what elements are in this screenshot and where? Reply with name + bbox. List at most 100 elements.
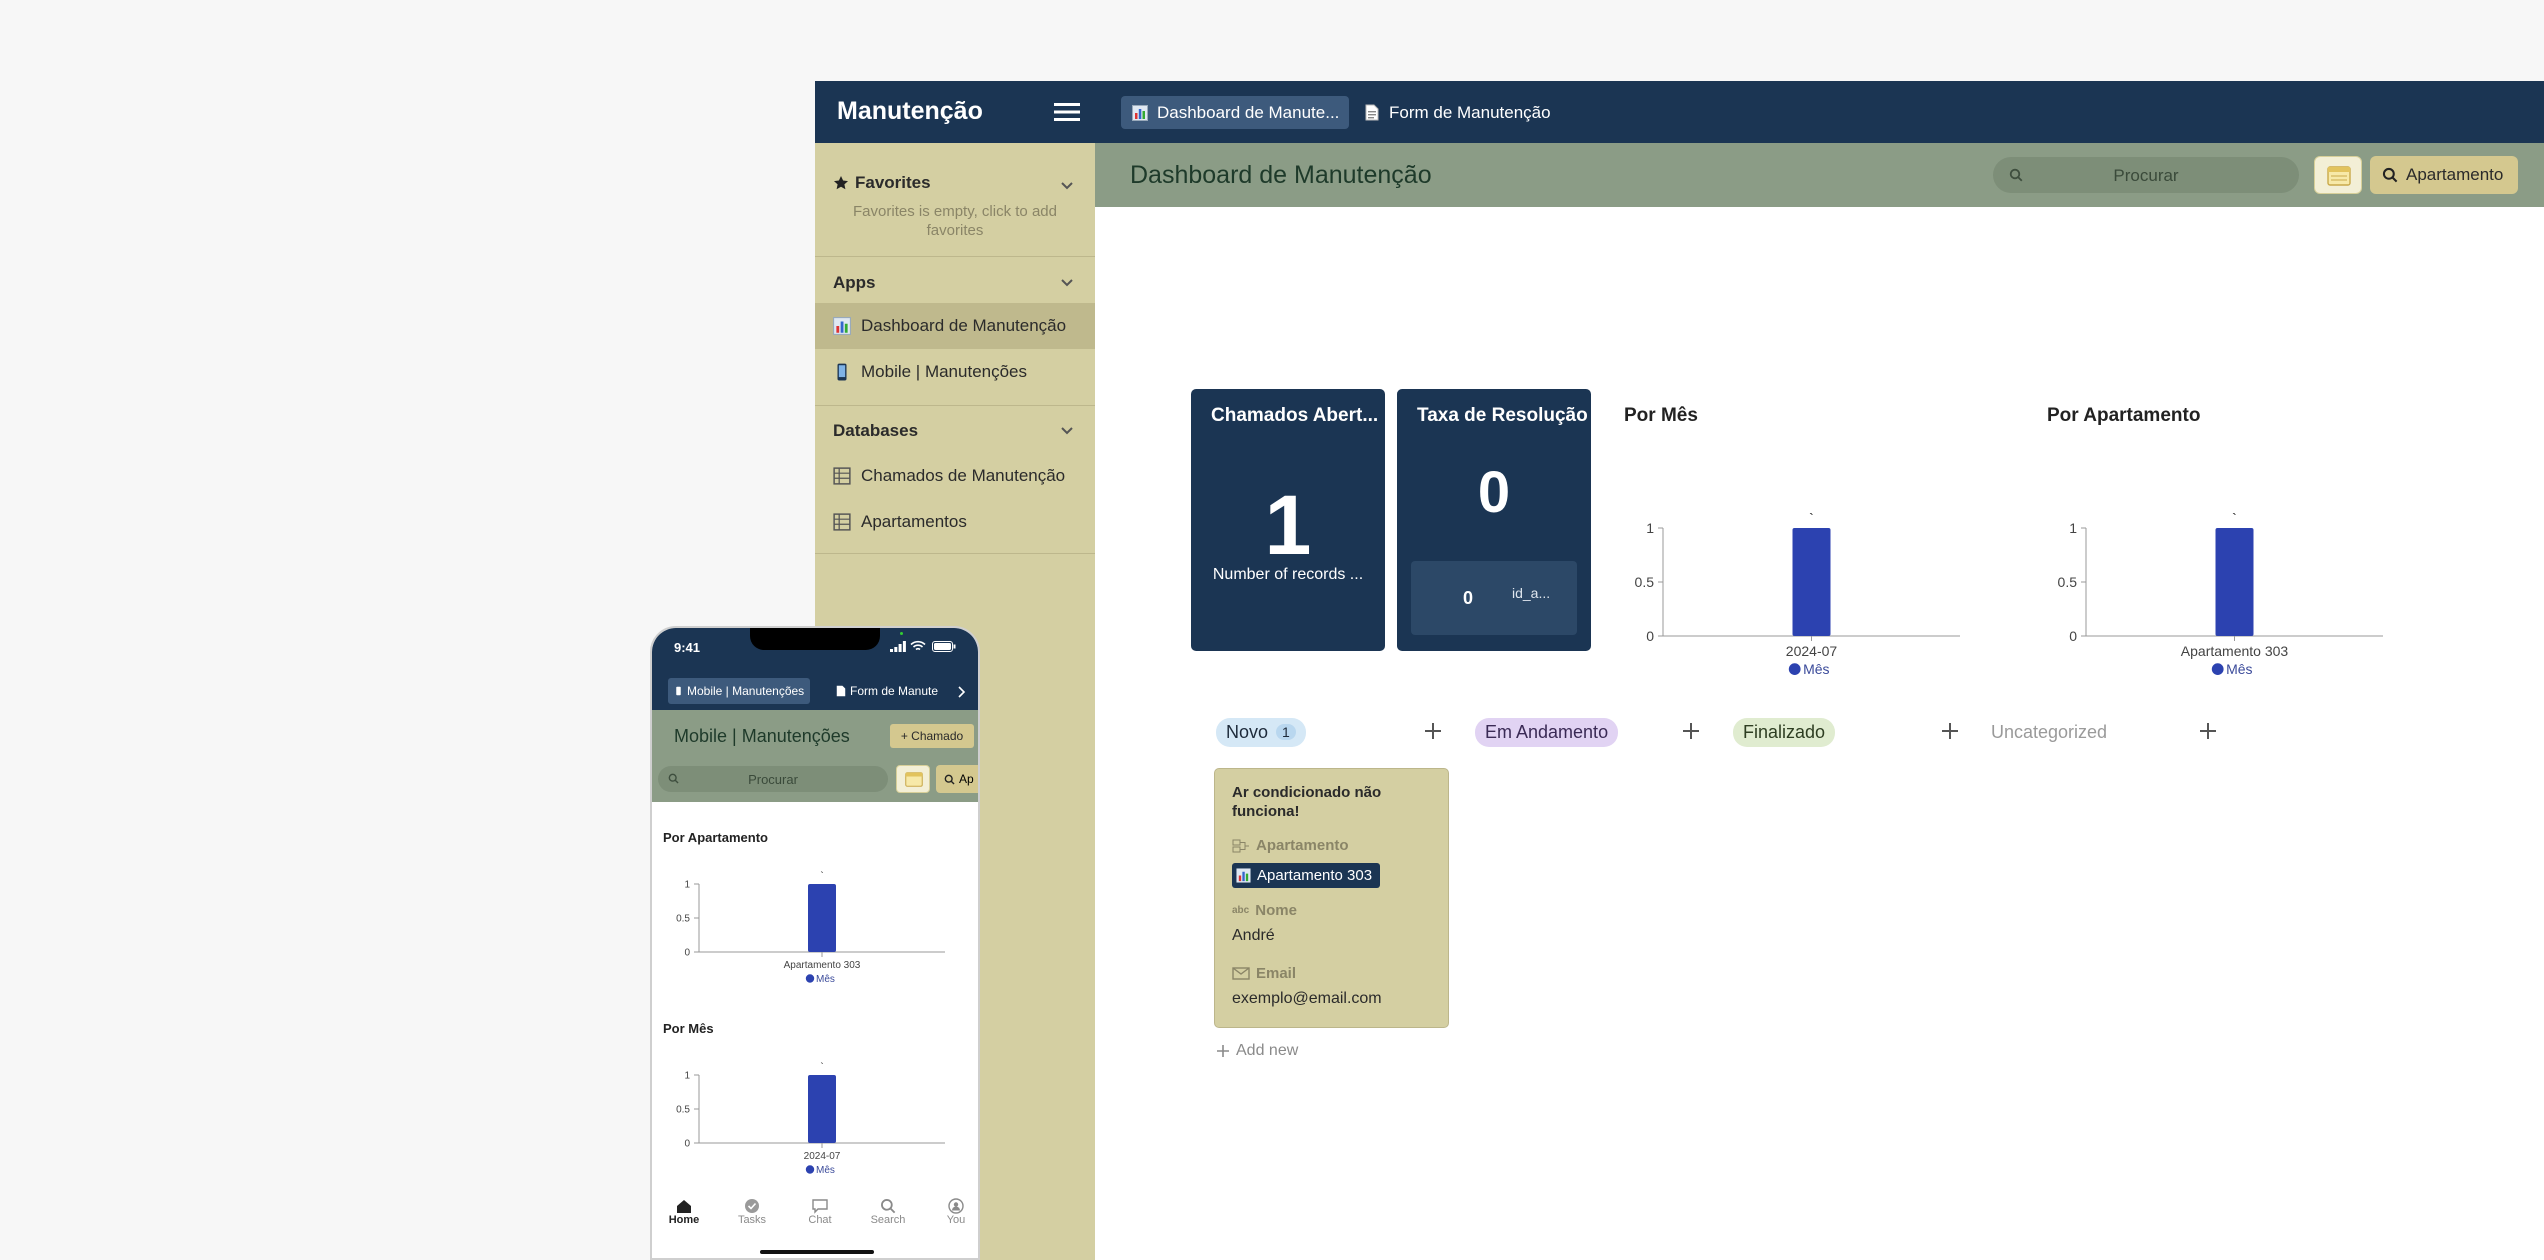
apartamento-filter-button[interactable]: Apartamento: [2370, 156, 2518, 194]
mobile-page-title: Mobile | Manutenções: [674, 726, 850, 746]
add-icon[interactable]: [1681, 721, 1701, 741]
add-icon[interactable]: [2198, 721, 2218, 741]
favorites-empty-text[interactable]: Favorites is empty, click to add favorit…: [815, 202, 1095, 240]
kpi-sub-panel: 0 id_a...: [1411, 561, 1577, 635]
status-dot: [900, 632, 903, 635]
mobile-search-input[interactable]: Procurar: [658, 766, 888, 792]
x-tick-label: 2024-07: [1786, 643, 1838, 659]
field-label-text: Apartamento: [1256, 837, 1349, 854]
y-tick-label: 0: [2069, 628, 2077, 644]
field-label: Email: [1232, 965, 1296, 982]
kpi-value: 0: [1477, 460, 1511, 525]
apps-header[interactable]: Apps: [833, 273, 876, 293]
chat-icon: [812, 1199, 828, 1214]
column-uncategorized[interactable]: Uncategorized: [1991, 717, 2107, 747]
nav-label: You: [946, 1214, 966, 1226]
databases-header[interactable]: Databases: [833, 421, 918, 441]
wifi-icon: [910, 640, 926, 651]
kpi-sub-value: 0: [1463, 588, 1474, 608]
search-icon: [2382, 167, 2398, 183]
kpi-chamados-abertos[interactable]: Chamados Abert... 1 Number of records ..…: [1191, 389, 1385, 651]
add-new-button[interactable]: Add new: [1216, 1042, 1298, 1060]
field-value: Apartamento 303: [1257, 867, 1373, 884]
mobile-bottom-nav: Home Tasks Chat Search You: [652, 1190, 978, 1258]
nav-chat[interactable]: Chat: [800, 1198, 840, 1226]
nav-you[interactable]: You: [936, 1198, 976, 1226]
chart-por-mes: 0 0.5 1 ` 2024-07 Mês: [1635, 510, 1960, 677]
search-icon: [881, 1199, 896, 1214]
star-icon: [834, 176, 848, 190]
sidebar-item-apartamentos[interactable]: Apartamentos: [815, 499, 1095, 545]
field-label: abc Nome: [1232, 902, 1297, 919]
bar: [1792, 528, 1831, 636]
chevron-right-icon[interactable]: [957, 686, 967, 698]
legend-marker: [1788, 663, 1801, 675]
y-tick-label: 1: [684, 880, 690, 891]
column-em-andamento[interactable]: Em Andamento: [1475, 717, 1619, 747]
mobile-header: Mobile | Manutenções + Chamado Procurar …: [652, 710, 978, 802]
column-finalizado[interactable]: Finalizado: [1733, 717, 1836, 747]
search-input[interactable]: Procurar: [1993, 157, 2299, 193]
kpi-title: Chamados Abert...: [1211, 405, 1379, 426]
mobile-chart-title: Por Mês: [663, 1021, 714, 1036]
legend-marker: [805, 974, 815, 983]
column-label: Novo: [1226, 721, 1269, 742]
field-value: André: [1232, 927, 1275, 944]
tab-label: Mobile | Manutenções: [687, 684, 805, 698]
kpi-value: 1: [1264, 478, 1312, 572]
bar-chart-icon: [833, 317, 851, 335]
bar: [808, 1075, 836, 1143]
mail-icon: [1232, 967, 1250, 980]
column-count-badge: 1: [1276, 724, 1296, 740]
column-novo[interactable]: Novo 1: [1216, 717, 1306, 747]
chevron-down-icon[interactable]: [1060, 426, 1074, 436]
page-title: Dashboard de Manutenção: [1130, 161, 1432, 189]
app-name: Manutenção: [837, 97, 983, 125]
mobile-calendar-button[interactable]: [896, 765, 930, 793]
add-icon[interactable]: [1940, 721, 1960, 741]
chevron-down-icon[interactable]: [1060, 181, 1074, 191]
search-icon: [944, 774, 955, 785]
nav-home[interactable]: Home: [664, 1198, 704, 1226]
nav-tasks[interactable]: Tasks: [732, 1198, 772, 1226]
chevron-down-icon[interactable]: [1060, 278, 1074, 288]
kpi-caption: Number of records ...: [1212, 566, 1364, 583]
column-label: Em Andamento: [1475, 717, 1619, 747]
tab-dashboard[interactable]: Dashboard de Manute...: [1121, 96, 1350, 129]
divider: [815, 405, 1095, 406]
sidebar-item-dashboard[interactable]: Dashboard de Manutenção: [815, 303, 1095, 349]
y-tick-label: 1: [1646, 520, 1654, 536]
mobile-apartamento-filter[interactable]: Ap: [936, 765, 978, 793]
y-tick-label: 0.5: [676, 1105, 690, 1116]
kpi-sub-label: id_a...: [1512, 585, 1551, 601]
mobile-tab-form[interactable]: Form de Manute: [836, 678, 970, 704]
bar-data-label: `: [1809, 510, 1814, 526]
field-label: Apartamento: [1232, 837, 1349, 854]
mobile-chart-title: Por Apartamento: [663, 830, 768, 845]
kanban-card[interactable]: Ar condicionado não funciona! Apartament…: [1214, 768, 1449, 1028]
sidebar-item-chamados[interactable]: Chamados de Manutenção: [815, 453, 1095, 499]
favorites-header[interactable]: Favorites: [833, 173, 931, 193]
kpi-taxa-resolucao[interactable]: Taxa de Resolução 0 0 id_a...: [1397, 389, 1591, 651]
nav-search[interactable]: Search: [868, 1198, 908, 1226]
field-label-text: Nome: [1255, 902, 1297, 919]
mobile-tab-manutencoes[interactable]: Mobile | Manutenções: [668, 678, 811, 704]
filter-label: Ap: [959, 772, 974, 786]
home-indicator: [760, 1250, 874, 1254]
check-circle-icon: [745, 1199, 759, 1213]
sidebar-item-mobile[interactable]: Mobile | Manutenções: [815, 349, 1095, 395]
y-tick-label: 0.5: [2058, 574, 2078, 590]
search-placeholder: Procurar: [748, 772, 798, 787]
table-icon: [833, 513, 851, 531]
legend-label: Mês: [816, 1165, 835, 1176]
signal-icon: [890, 641, 906, 652]
bar-data-label: `: [820, 870, 823, 882]
add-icon[interactable]: [1423, 721, 1443, 741]
tab-form[interactable]: Form de Manutenção: [1353, 96, 1561, 129]
bar: [2215, 528, 2254, 636]
apartamento-link-chip[interactable]: Apartamento 303: [1232, 863, 1381, 888]
menu-icon[interactable]: [1052, 100, 1082, 124]
calendar-button[interactable]: [2314, 156, 2362, 194]
add-chamado-button[interactable]: + Chamado: [890, 724, 974, 748]
desktop-window: Manutenção Dashboard de Manute... Form d…: [815, 81, 2544, 1260]
